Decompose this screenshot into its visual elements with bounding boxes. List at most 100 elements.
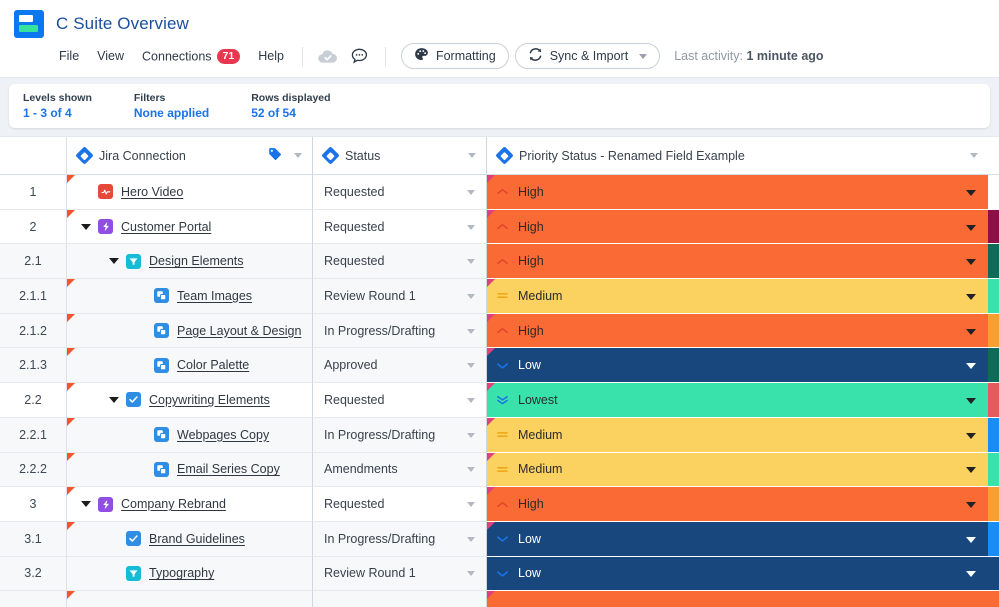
status-cell[interactable]: In Progress/Drafting [313, 314, 487, 349]
item-name-link[interactable]: Design Elements [149, 254, 244, 268]
table-row[interactable]: 2.1Design ElementsRequestedHigh [0, 244, 999, 279]
item-name-link[interactable]: Brand Guidelines [149, 532, 245, 546]
column-menu-chevron-icon[interactable] [468, 153, 476, 158]
jira-connection-cell[interactable]: Brand Guidelines [67, 522, 313, 557]
collapse-toggle-icon[interactable] [109, 397, 119, 403]
filters-value[interactable]: None applied [134, 105, 209, 121]
chevron-down-icon[interactable] [467, 329, 475, 334]
item-name-link[interactable]: Typography [149, 566, 214, 580]
column-menu-chevron-icon[interactable] [970, 153, 978, 158]
chevron-down-icon[interactable] [966, 433, 976, 439]
item-name-link[interactable]: Webpages Copy [177, 428, 269, 442]
chevron-down-icon[interactable] [467, 225, 475, 230]
status-cell[interactable]: In Progress/Drafting [313, 418, 487, 453]
status-cell[interactable]: Requested [313, 175, 487, 210]
jira-connection-cell[interactable]: Design Elements [67, 244, 313, 279]
status-cell[interactable]: Amendments [313, 453, 487, 488]
chevron-down-icon[interactable] [966, 259, 976, 265]
priority-status-cell[interactable]: Medium [487, 418, 988, 453]
collapse-toggle-icon[interactable] [109, 258, 119, 264]
priority-status-cell[interactable]: High [487, 487, 988, 522]
status-cell[interactable] [313, 591, 487, 607]
comment-bubble-icon[interactable] [347, 44, 373, 68]
priority-status-cell[interactable]: High [487, 244, 988, 279]
table-row[interactable]: 2.1.2 Page Layout & Design In Progress/Dra… [0, 314, 999, 349]
item-name-link[interactable]: Email Series Copy [177, 462, 280, 476]
menu-item-help[interactable]: Help [249, 45, 293, 67]
priority-status-cell[interactable]: Medium [487, 279, 988, 314]
priority-status-cell[interactable] [487, 591, 988, 607]
menu-item-connections[interactable]: Connections71 [133, 45, 249, 68]
row-number-cell[interactable]: 2.1.3 [0, 348, 67, 383]
chevron-down-icon[interactable] [467, 363, 475, 368]
priority-status-cell[interactable]: Low [487, 348, 988, 383]
priority-status-cell[interactable]: Low [487, 557, 988, 592]
table-row[interactable]: 2.2.2Email Series CopyAmendmentsMedium [0, 453, 999, 488]
chevron-down-icon[interactable] [639, 54, 647, 59]
jira-connection-cell[interactable]: Color Palette [67, 348, 313, 383]
table-row[interactable]: 2.1.1Team ImagesReview Round 1Medium [0, 279, 999, 314]
chevron-down-icon[interactable] [467, 294, 475, 299]
chevron-down-icon[interactable] [966, 294, 976, 300]
menu-item-file[interactable]: File [50, 45, 88, 67]
item-name-link[interactable]: Company Rebrand [121, 497, 226, 511]
chevron-down-icon[interactable] [966, 190, 976, 196]
chevron-down-icon[interactable] [966, 225, 976, 231]
chevron-down-icon[interactable] [966, 537, 976, 543]
row-number-cell[interactable]: 2.1 [0, 244, 67, 279]
item-name-link[interactable]: Hero Video [121, 185, 183, 199]
chevron-down-icon[interactable] [467, 398, 475, 403]
row-number-cell[interactable]: 2.1.2 [0, 314, 67, 349]
collapse-toggle-icon[interactable] [81, 224, 91, 230]
status-cell[interactable]: Requested [313, 383, 487, 418]
chevron-down-icon[interactable] [467, 467, 475, 472]
table-row[interactable]: 3.2TypographyReview Round 1Low [0, 557, 999, 592]
item-name-link[interactable]: Team Images [177, 289, 252, 303]
formatting-button[interactable]: Formatting [401, 43, 509, 69]
item-name-link[interactable]: Copywriting Elements [149, 393, 270, 407]
table-row[interactable]: 3.1Brand GuidelinesIn Progress/DraftingL… [0, 522, 999, 557]
priority-status-cell[interactable]: High [487, 210, 988, 245]
jira-connection-cell[interactable]: Team Images [67, 279, 313, 314]
item-name-link[interactable]: Color Palette [177, 358, 249, 372]
chevron-down-icon[interactable] [966, 502, 976, 508]
column-header-status[interactable]: Status [313, 137, 487, 175]
table-row[interactable]: 1 Hero Video RequestedHigh [0, 175, 999, 210]
row-number-cell[interactable]: 2.2 [0, 383, 67, 418]
row-number-cell[interactable]: 1 [0, 175, 67, 210]
status-cell[interactable]: Requested [313, 210, 487, 245]
chevron-down-icon[interactable] [467, 537, 475, 542]
jira-connection-cell[interactable]: Page Layout & Design [67, 314, 313, 349]
status-cell[interactable]: In Progress/Drafting [313, 522, 487, 557]
row-number-cell[interactable]: 2.2.2 [0, 453, 67, 488]
chevron-down-icon[interactable] [467, 190, 475, 195]
chevron-down-icon[interactable] [966, 329, 976, 335]
jira-connection-cell[interactable]: Typography [67, 557, 313, 592]
chevron-down-icon[interactable] [966, 363, 976, 369]
rows-displayed-value[interactable]: 52 of 54 [251, 105, 330, 121]
table-row[interactable]: 3 Company Rebrand RequestedHigh [0, 487, 999, 522]
priority-status-cell[interactable]: High [487, 175, 988, 210]
tag-icon[interactable] [268, 147, 282, 164]
chevron-down-icon[interactable] [966, 467, 976, 473]
chevron-down-icon[interactable] [467, 259, 475, 264]
priority-status-cell[interactable]: Lowest [487, 383, 988, 418]
jira-connection-cell[interactable]: Company Rebrand [67, 487, 313, 522]
row-number-cell[interactable]: 3 [0, 487, 67, 522]
item-name-link[interactable]: Page Layout & Design [177, 324, 301, 338]
priority-status-cell[interactable]: Low [487, 522, 988, 557]
chevron-down-icon[interactable] [966, 571, 976, 577]
table-row[interactable]: 2Customer PortalRequestedHigh [0, 210, 999, 245]
table-row[interactable]: 2.2.1 Webpages Copy In Progress/DraftingMe… [0, 418, 999, 453]
jira-connection-cell[interactable]: Email Series Copy [67, 453, 313, 488]
jira-connection-cell[interactable]: Customer Portal [67, 210, 313, 245]
table-row[interactable] [0, 591, 999, 607]
row-number-cell[interactable]: 2 [0, 210, 67, 245]
collapse-toggle-icon[interactable] [81, 501, 91, 507]
sync-import-button[interactable]: Sync & Import [515, 43, 661, 69]
column-header-jira-connection[interactable]: Jira Connection [67, 137, 313, 175]
menu-item-view[interactable]: View [88, 45, 133, 67]
row-number-cell[interactable]: 2.2.1 [0, 418, 67, 453]
jira-connection-cell[interactable]: Hero Video [67, 175, 313, 210]
status-cell[interactable]: Requested [313, 487, 487, 522]
